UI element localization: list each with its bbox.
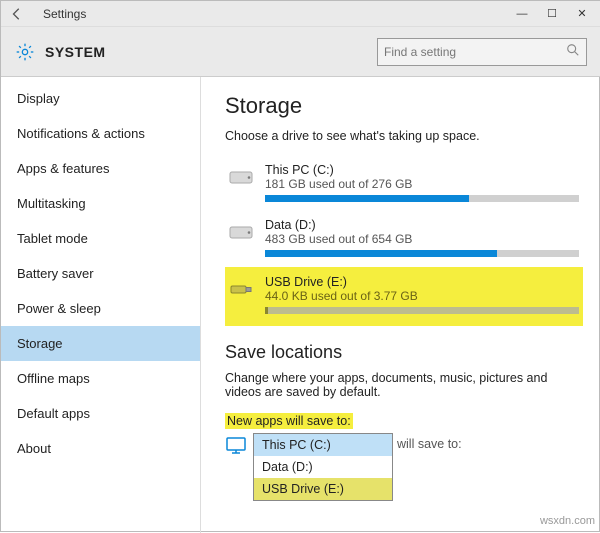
usb-drive-icon <box>227 275 255 303</box>
save-locations-title: Save locations <box>225 342 583 363</box>
option-label: USB Drive (E:) <box>262 482 344 496</box>
search-placeholder: Find a setting <box>384 45 456 59</box>
drive-stat: 181 GB used out of 276 GB <box>265 177 579 191</box>
gear-icon <box>15 42 35 62</box>
sidebar-item-label: Storage <box>17 336 63 351</box>
back-icon[interactable] <box>9 6 25 22</box>
sidebar: Display Notifications & actions Apps & f… <box>1 77 201 533</box>
search-input[interactable]: Find a setting <box>377 38 587 66</box>
drive-row[interactable]: This PC (C:) 181 GB used out of 276 GB <box>225 157 583 212</box>
sidebar-item-offline-maps[interactable]: Offline maps <box>1 361 200 396</box>
close-button[interactable]: ✕ <box>567 4 597 24</box>
hard-drive-icon <box>227 218 255 246</box>
sidebar-item-display[interactable]: Display <box>1 81 200 116</box>
drive-stat: 483 GB used out of 654 GB <box>265 232 579 246</box>
sidebar-item-label: Apps & features <box>17 161 110 176</box>
sidebar-item-storage[interactable]: Storage <box>1 326 200 361</box>
drive-row-highlighted[interactable]: USB Drive (E:) 44.0 KB used out of 3.77 … <box>225 267 583 326</box>
sidebar-item-label: Display <box>17 91 60 106</box>
sidebar-item-about[interactable]: About <box>1 431 200 466</box>
new-apps-dropdown[interactable]: This PC (C:) Data (D:) USB Drive (E:) <box>253 433 393 501</box>
sidebar-item-default-apps[interactable]: Default apps <box>1 396 200 431</box>
sidebar-item-label: About <box>17 441 51 456</box>
storage-title: Storage <box>225 93 583 119</box>
trail-text: will save to: <box>397 437 462 501</box>
new-apps-label: New apps will save to: <box>225 413 353 429</box>
body: Display Notifications & actions Apps & f… <box>1 77 600 533</box>
new-apps-row: This PC (C:) Data (D:) USB Drive (E:) wi… <box>225 433 583 501</box>
sidebar-item-apps-features[interactable]: Apps & features <box>1 151 200 186</box>
window-controls: — ☐ ✕ <box>507 4 597 24</box>
sidebar-item-label: Multitasking <box>17 196 86 211</box>
usage-bar <box>265 195 579 202</box>
page-heading: SYSTEM <box>45 44 106 60</box>
content: Storage Choose a drive to see what's tak… <box>201 77 600 533</box>
sidebar-item-tablet-mode[interactable]: Tablet mode <box>1 221 200 256</box>
sidebar-item-battery-saver[interactable]: Battery saver <box>1 256 200 291</box>
drive-name: Data (D:) <box>265 218 579 232</box>
maximize-button[interactable]: ☐ <box>537 4 567 24</box>
dropdown-option[interactable]: Data (D:) <box>254 456 392 478</box>
usage-bar <box>265 250 579 257</box>
usage-fill <box>265 195 469 202</box>
option-label: Data (D:) <box>262 460 313 474</box>
window-title: Settings <box>43 7 86 21</box>
sidebar-item-label: Battery saver <box>17 266 94 281</box>
save-locations-subtitle: Change where your apps, documents, music… <box>225 371 583 399</box>
drive-name: USB Drive (E:) <box>265 275 579 289</box>
monitor-icon <box>225 435 247 457</box>
drive-name: This PC (C:) <box>265 163 579 177</box>
sidebar-item-notifications[interactable]: Notifications & actions <box>1 116 200 151</box>
usage-bar <box>265 307 579 314</box>
usage-fill <box>265 250 497 257</box>
minimize-button[interactable]: — <box>507 4 537 24</box>
dropdown-option-highlighted[interactable]: USB Drive (E:) <box>254 478 392 500</box>
sidebar-item-label: Power & sleep <box>17 301 101 316</box>
sidebar-item-label: Tablet mode <box>17 231 88 246</box>
drive-row[interactable]: Data (D:) 483 GB used out of 654 GB <box>225 212 583 267</box>
storage-subtitle: Choose a drive to see what's taking up s… <box>225 129 583 143</box>
drive-stat: 44.0 KB used out of 3.77 GB <box>265 289 579 303</box>
usage-fill <box>265 307 268 314</box>
sidebar-item-label: Notifications & actions <box>17 126 145 141</box>
option-label: This PC (C:) <box>262 438 331 452</box>
watermark: wsxdn.com <box>540 515 595 527</box>
header: SYSTEM Find a setting <box>1 27 600 77</box>
hard-drive-icon <box>227 163 255 191</box>
sidebar-item-multitasking[interactable]: Multitasking <box>1 186 200 221</box>
sidebar-item-label: Offline maps <box>17 371 90 386</box>
search-icon <box>566 43 580 60</box>
sidebar-item-label: Default apps <box>17 406 90 421</box>
titlebar: Settings — ☐ ✕ <box>1 1 600 27</box>
sidebar-item-power-sleep[interactable]: Power & sleep <box>1 291 200 326</box>
dropdown-option[interactable]: This PC (C:) <box>254 434 392 456</box>
